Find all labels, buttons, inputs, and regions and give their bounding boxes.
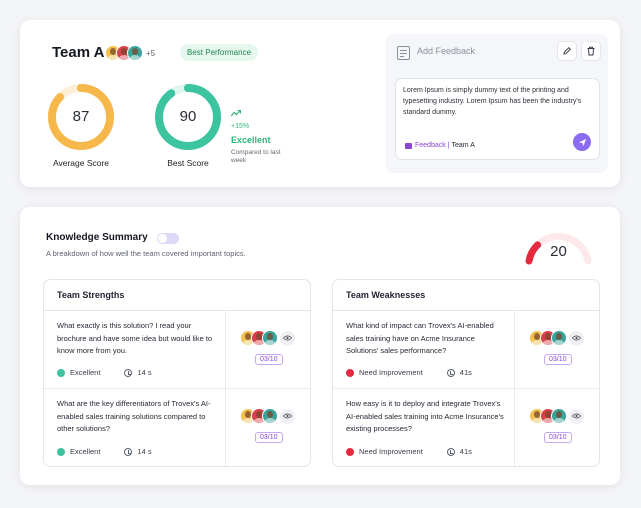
avatar xyxy=(262,330,278,346)
team-performance-card: Team A +5 Best Performance 87 Average Sc… xyxy=(20,20,620,187)
list-item[interactable]: What kind of impact can Trovex's AI-enab… xyxy=(333,311,599,389)
view-button[interactable] xyxy=(569,330,584,346)
chat-icon xyxy=(405,142,412,149)
eye-icon xyxy=(572,413,581,419)
average-score-value: 87 xyxy=(72,108,90,125)
coverage-ratio: 03/10 xyxy=(544,432,572,443)
clock-icon xyxy=(124,368,133,377)
team-avatars[interactable]: +5 xyxy=(105,45,155,61)
clock-icon xyxy=(124,447,133,456)
knowledge-summary-title: Knowledge Summary xyxy=(46,232,148,243)
participant-avatars[interactable] xyxy=(240,330,295,346)
delete-feedback-button[interactable] xyxy=(581,41,601,61)
team-weaknesses-title: Team Weaknesses xyxy=(333,280,599,311)
coverage-ratio: 03/10 xyxy=(544,354,572,365)
avatar xyxy=(551,408,567,424)
participants-column: 03/10 xyxy=(514,389,599,466)
view-button[interactable] xyxy=(280,330,295,346)
clock-icon xyxy=(446,368,455,377)
status-label: Need Improvement xyxy=(359,368,423,377)
question-meta: Need Improvement 41s xyxy=(346,368,472,377)
best-performance-badge: Best Performance xyxy=(180,44,259,61)
trash-icon xyxy=(587,46,595,56)
duration: 41s xyxy=(459,368,472,377)
feedback-tag: Feedback | xyxy=(415,142,450,149)
status-dot xyxy=(57,368,65,377)
team-strengths-panel: Team Strengths What exactly is this solu… xyxy=(43,279,311,467)
question-meta: Excellent 14 s xyxy=(57,447,152,456)
team-weaknesses-panel: Team Weaknesses What kind of impact can … xyxy=(332,279,600,467)
avatar xyxy=(551,330,567,346)
eye-icon xyxy=(572,335,581,341)
knowledge-summary-toggle[interactable] xyxy=(157,233,179,244)
status-label: Excellent xyxy=(70,447,101,456)
duration: 14 s xyxy=(137,368,152,377)
status-dot xyxy=(57,447,65,456)
trend-percent: +15% xyxy=(231,123,250,130)
participants-column: 03/10 xyxy=(225,311,310,388)
coverage-ratio: 03/10 xyxy=(255,354,283,365)
view-button[interactable] xyxy=(280,408,295,424)
participant-avatars[interactable] xyxy=(529,408,584,424)
question-text: What kind of impact can Trovex's AI-enab… xyxy=(346,321,494,355)
feedback-footer: Feedback | Team A xyxy=(405,142,475,149)
question-text: What exactly is this solution? I read yo… xyxy=(57,321,213,355)
eye-icon xyxy=(283,413,292,419)
extra-members-count: +5 xyxy=(146,48,156,58)
knowledge-summary-subtitle: A breakdown of how well the team covered… xyxy=(46,249,246,258)
feedback-text[interactable]: Lorem Ipsum is simply dummy text of the … xyxy=(403,85,595,118)
feedback-panel: Add Feedback Lorem Ipsum is simply dummy… xyxy=(386,34,608,173)
knowledge-score-value: 20 xyxy=(550,243,567,260)
feedback-input[interactable]: Lorem Ipsum is simply dummy text of the … xyxy=(395,78,600,160)
question-meta: Need Improvement 41s xyxy=(346,447,472,456)
question-text: How easy is it to deploy and integrate T… xyxy=(346,399,504,433)
trend-note: Compared to last week xyxy=(231,149,281,164)
notes-icon xyxy=(397,46,410,60)
pencil-icon xyxy=(563,46,572,55)
trend-info: +15% Excellent Compared to last week xyxy=(230,104,291,165)
view-button[interactable] xyxy=(569,408,584,424)
question-text: What are the key differentiators of Trov… xyxy=(57,399,211,433)
team-name: Team A xyxy=(52,44,105,61)
average-score-gauge: 87 Average Score xyxy=(47,83,115,183)
clock-icon xyxy=(446,447,455,456)
status-label: Excellent xyxy=(70,368,101,377)
best-score-label: Best Score xyxy=(167,158,209,168)
eye-icon xyxy=(283,335,292,341)
add-feedback-label: Add Feedback xyxy=(417,46,476,56)
best-score-value: 90 xyxy=(179,108,197,125)
average-score-label: Average Score xyxy=(52,158,110,168)
trend-up-icon xyxy=(230,109,242,117)
participants-column: 03/10 xyxy=(225,389,310,466)
edit-feedback-button[interactable] xyxy=(557,41,577,61)
duration: 14 s xyxy=(137,447,152,456)
trend-status: Excellent xyxy=(231,135,271,145)
participant-avatars[interactable] xyxy=(240,408,295,424)
knowledge-summary-card: Knowledge Summary A breakdown of how wel… xyxy=(20,207,620,485)
question-meta: Excellent 14 s xyxy=(57,368,152,377)
status-dot xyxy=(346,368,354,377)
list-item[interactable]: What are the key differentiators of Trov… xyxy=(44,389,310,466)
coverage-ratio: 03/10 xyxy=(255,432,283,443)
team-strengths-title: Team Strengths xyxy=(44,280,310,311)
duration: 41s xyxy=(459,447,472,456)
status-dot xyxy=(346,447,354,456)
feedback-team: Team A xyxy=(451,142,475,149)
participants-column: 03/10 xyxy=(514,311,599,388)
participant-avatars[interactable] xyxy=(529,330,584,346)
best-score-gauge: 90 Best Score xyxy=(154,83,222,183)
avatar xyxy=(262,408,278,424)
avatar xyxy=(127,45,143,61)
send-icon xyxy=(578,138,586,146)
list-item[interactable]: What exactly is this solution? I read yo… xyxy=(44,311,310,389)
list-item[interactable]: How easy is it to deploy and integrate T… xyxy=(333,389,599,466)
send-feedback-button[interactable] xyxy=(573,133,591,151)
status-label: Need Improvement xyxy=(359,447,423,456)
